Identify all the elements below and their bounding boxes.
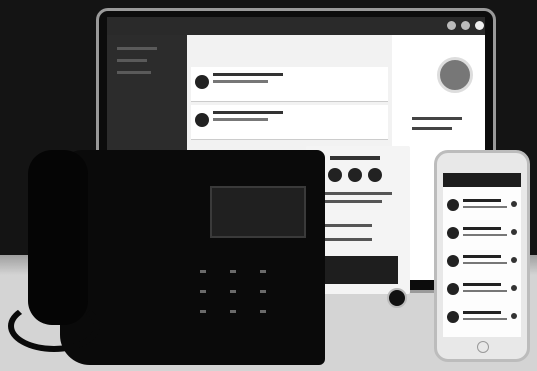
keypad-key xyxy=(230,310,236,313)
list-item-title xyxy=(463,199,501,202)
keypad-key xyxy=(200,270,206,273)
smartphone xyxy=(434,150,530,362)
list-item-subtitle xyxy=(463,234,507,236)
text-line xyxy=(412,127,452,130)
avatar xyxy=(447,199,459,211)
text-line xyxy=(412,117,462,120)
chat-bubble-icon xyxy=(387,288,407,308)
mobile-header xyxy=(443,173,521,187)
avatar xyxy=(447,255,459,267)
list-item-title xyxy=(213,111,283,114)
list-item-subtitle xyxy=(213,80,268,83)
product-photo xyxy=(0,0,537,371)
list-item-subtitle xyxy=(463,290,507,292)
avatar xyxy=(447,311,459,323)
status-dot xyxy=(511,201,517,207)
list-item xyxy=(447,279,517,305)
avatar xyxy=(475,21,484,30)
home-button xyxy=(477,341,489,353)
list-item xyxy=(447,251,517,277)
list-item-title xyxy=(463,283,501,286)
app-top-bar xyxy=(107,17,485,35)
keypad-key xyxy=(260,270,266,273)
phone-handset xyxy=(28,150,88,325)
status-dot xyxy=(511,313,517,319)
list-item-subtitle xyxy=(463,206,507,208)
list-item-subtitle xyxy=(213,118,268,121)
avatar xyxy=(195,113,209,127)
list-item-title xyxy=(213,73,283,76)
list-item xyxy=(447,223,517,249)
status-dot xyxy=(511,229,517,235)
list-item xyxy=(447,307,517,333)
status-dot xyxy=(511,285,517,291)
list-item-subtitle xyxy=(463,318,507,320)
sidebar-item xyxy=(117,47,157,50)
profile-avatar xyxy=(437,57,473,93)
keypad-key xyxy=(200,290,206,293)
avatar xyxy=(447,227,459,239)
avatar xyxy=(328,168,342,182)
list-item-title xyxy=(463,227,501,230)
keypad-key xyxy=(200,310,206,313)
panel-title xyxy=(330,156,380,160)
avatar xyxy=(348,168,362,182)
avatar xyxy=(447,283,459,295)
keypad-key xyxy=(260,290,266,293)
list-item-title xyxy=(463,255,501,258)
notification-icon xyxy=(447,21,456,30)
list-item-subtitle xyxy=(463,262,507,264)
list-item xyxy=(191,67,388,102)
status-dot xyxy=(511,257,517,263)
keypad-key xyxy=(230,290,236,293)
keypad-key xyxy=(230,270,236,273)
dark-card xyxy=(314,256,398,284)
desk-phone-display xyxy=(210,186,306,238)
smartphone-screen xyxy=(443,173,521,337)
avatar xyxy=(368,168,382,182)
avatar xyxy=(195,75,209,89)
settings-icon xyxy=(461,21,470,30)
sidebar-item xyxy=(117,71,151,74)
keypad-key xyxy=(260,310,266,313)
list-item xyxy=(447,195,517,221)
sidebar-item xyxy=(117,59,147,62)
phone-cord xyxy=(8,300,100,352)
desk-phone xyxy=(60,150,325,365)
list-item xyxy=(191,105,388,140)
list-item-title xyxy=(463,311,501,314)
